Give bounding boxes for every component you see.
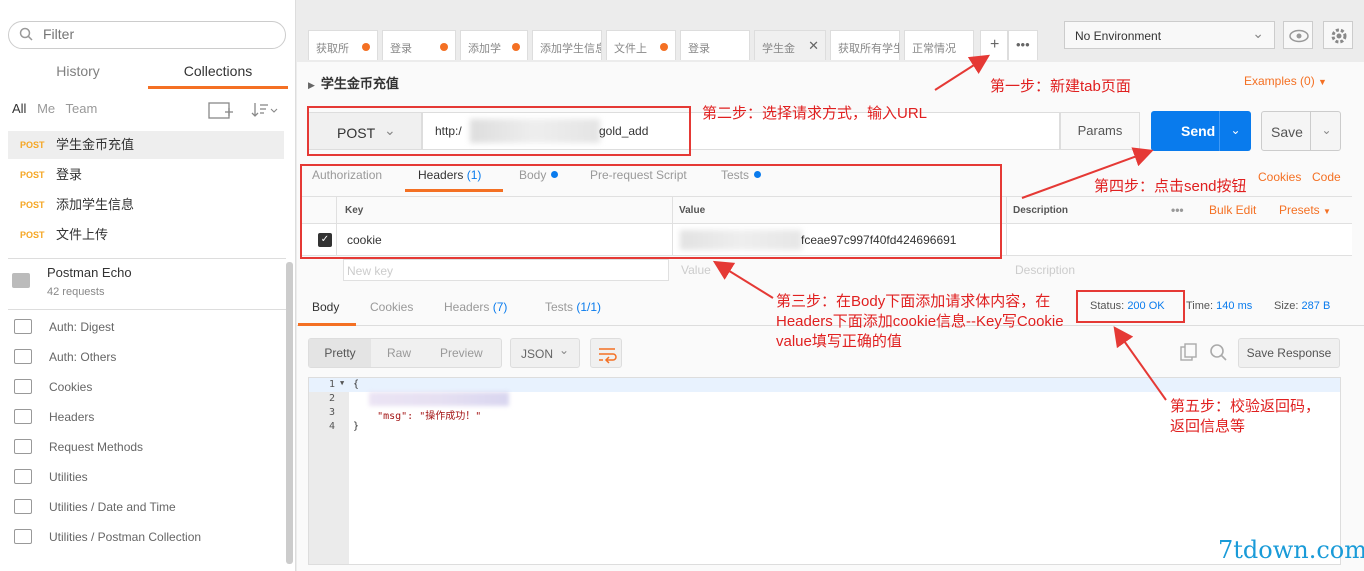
annotation-step1: 第一步：新建tab页面 xyxy=(990,78,1131,95)
annotation-arrows xyxy=(712,54,1167,401)
annotation-step5-line2: 返回信息等 xyxy=(1170,418,1246,435)
annotation-step3-line1: 第三步：在Body下面添加请求体内容，在 xyxy=(776,293,1051,310)
postman-window: History Collections All Me Team POST 学生金… xyxy=(0,0,1364,571)
watermark: 7tdown.com xyxy=(1218,536,1364,564)
annotation-step3-line3: value填写正确的值 xyxy=(776,333,902,350)
annotation-step3-line2: Headers下面添加cookie信息--Key写Cookie xyxy=(776,313,1064,330)
annotation-step4: 第四步：点击send按钮 xyxy=(1094,178,1247,195)
annotation-step5-line1: 第五步：校验返回码， xyxy=(1170,398,1321,415)
annotation-step2: 第二步：选择请求方式，输入URL xyxy=(702,105,928,122)
